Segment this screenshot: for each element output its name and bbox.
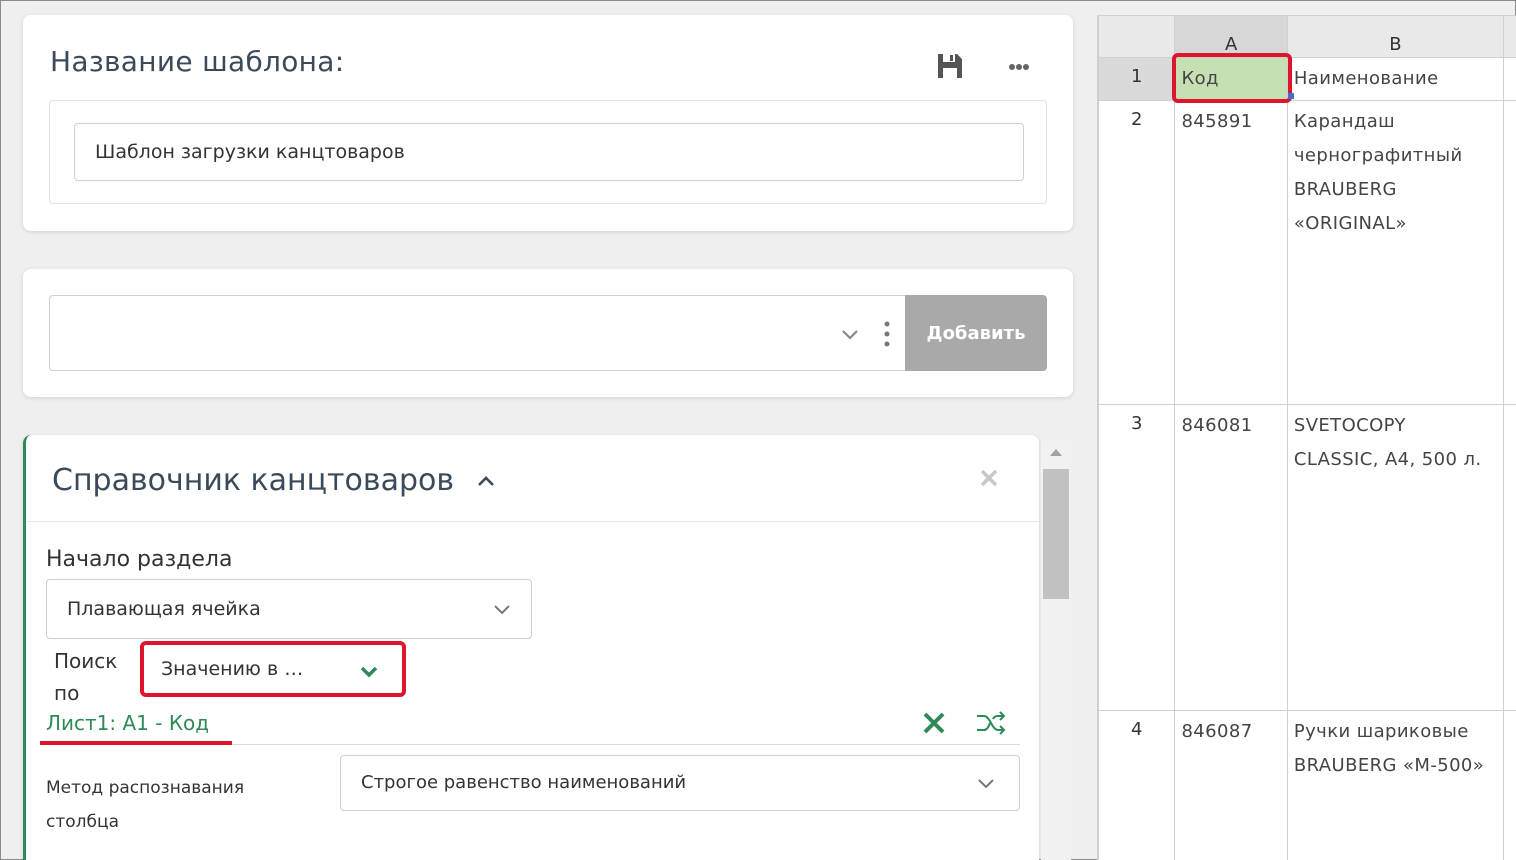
search-value: Значению в … bbox=[161, 658, 304, 680]
spreadsheet: A B 1 Код Наименование 2 845891 Карандаш… bbox=[1097, 15, 1516, 860]
add-button[interactable]: Добавить bbox=[905, 295, 1047, 371]
shuffle-icon[interactable] bbox=[974, 707, 1008, 739]
reference-highlight bbox=[40, 741, 232, 745]
reference-link[interactable]: Лист1: A1 - Код bbox=[46, 711, 209, 735]
cell-a1[interactable]: Код bbox=[1174, 57, 1288, 101]
cell-c1[interactable] bbox=[1502, 57, 1516, 101]
scroll-up-arrow-icon[interactable] bbox=[1049, 447, 1063, 457]
method-value: Строгое равенство наименований bbox=[361, 772, 687, 793]
template-name-input[interactable] bbox=[74, 123, 1024, 181]
template-name-title: Название шаблона: bbox=[50, 45, 345, 78]
start-select[interactable]: Плавающая ячейка bbox=[46, 579, 532, 639]
start-label: Начало раздела bbox=[46, 547, 233, 572]
row-header[interactable]: 2 bbox=[1098, 100, 1176, 405]
column-header-c[interactable] bbox=[1502, 15, 1516, 58]
chevron-down-icon bbox=[978, 779, 994, 789]
template-name-card: Название шаблона: bbox=[23, 15, 1073, 231]
cell-b2[interactable]: Карандаш чернографитный BRAUBERG «ORIGIN… bbox=[1286, 100, 1504, 405]
chevron-down-icon bbox=[360, 666, 378, 678]
search-select[interactable]: Значению в … bbox=[142, 643, 404, 697]
section-type-select[interactable] bbox=[49, 295, 905, 371]
scrollbar-thumb[interactable] bbox=[1043, 469, 1069, 599]
section-divider bbox=[26, 521, 1039, 522]
cell-a4[interactable]: 846087 bbox=[1174, 710, 1288, 860]
cell-b3[interactable]: SVETOCOPY CLASSIC, A4, 500 л. bbox=[1286, 404, 1504, 711]
row-header[interactable]: 3 bbox=[1098, 404, 1176, 711]
row-header[interactable]: 1 bbox=[1098, 57, 1176, 101]
reference-line bbox=[232, 744, 1020, 745]
corner-cell[interactable] bbox=[1098, 15, 1176, 58]
x-icon[interactable] bbox=[920, 709, 948, 737]
section-title: Справочник канцтоваров bbox=[52, 463, 455, 498]
chevron-down-icon[interactable] bbox=[838, 322, 862, 346]
row-header[interactable]: 4 bbox=[1098, 710, 1176, 860]
cell-b1[interactable]: Наименование bbox=[1286, 57, 1504, 101]
search-label: Поиск по bbox=[54, 649, 118, 705]
column-header-b[interactable]: B bbox=[1286, 15, 1504, 58]
cell-c4[interactable] bbox=[1502, 710, 1516, 860]
scrollbar[interactable] bbox=[1041, 441, 1071, 860]
more-icon[interactable] bbox=[1003, 55, 1035, 79]
cell-b4[interactable]: Ручки шариковые BRAUBERG «M-500» bbox=[1286, 710, 1504, 860]
close-icon[interactable] bbox=[978, 467, 1000, 489]
section-card: Справочник канцтоваров Начало раздела Пл… bbox=[23, 435, 1039, 860]
start-value: Плавающая ячейка bbox=[67, 598, 261, 620]
method-select[interactable]: Строгое равенство наименований bbox=[340, 755, 1020, 811]
cell-a2[interactable]: 845891 bbox=[1174, 100, 1288, 405]
cell-c2[interactable] bbox=[1502, 100, 1516, 405]
fill-handle[interactable] bbox=[1288, 93, 1294, 99]
save-icon[interactable] bbox=[935, 51, 965, 81]
column-header-a[interactable]: A bbox=[1174, 15, 1288, 58]
vertical-dots-icon[interactable] bbox=[880, 318, 894, 350]
add-section-card: Добавить bbox=[23, 269, 1073, 397]
template-name-container bbox=[49, 100, 1047, 204]
cell-c3[interactable] bbox=[1502, 404, 1516, 711]
method-label: Метод распознавания столбца bbox=[46, 778, 245, 832]
chevron-up-icon[interactable] bbox=[474, 469, 498, 493]
chevron-down-icon bbox=[494, 605, 510, 615]
cell-a3[interactable]: 846081 bbox=[1174, 404, 1288, 711]
